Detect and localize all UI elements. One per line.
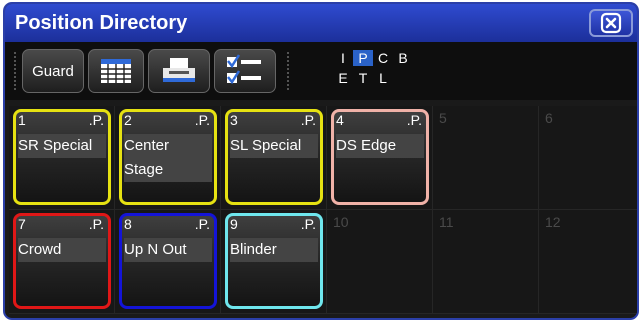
filter-letter-e[interactable]: E <box>333 70 353 86</box>
position-tile[interactable]: 7 .P. Crowd <box>13 213 111 309</box>
position-number: 7 <box>18 216 26 232</box>
grid-view-icon <box>101 59 131 83</box>
position-name: Crowd <box>18 238 106 262</box>
position-tile[interactable]: 1 .P. SR Special <box>13 109 111 205</box>
position-cell-1[interactable]: 1 .P. SR Special <box>9 106 115 210</box>
filter-letter-t[interactable]: T <box>353 70 373 86</box>
grid-view-button[interactable] <box>88 49 144 93</box>
position-number: 6 <box>545 110 553 126</box>
guard-button[interactable]: Guard <box>22 49 84 93</box>
position-directory-window: Position Directory Guard I P C B E T L 1… <box>3 2 639 320</box>
close-button[interactable] <box>589 9 633 37</box>
filter-letter-p[interactable]: P <box>353 50 373 66</box>
position-cell-4[interactable]: 4 .P. DS Edge <box>327 106 433 210</box>
title-bar: Position Directory <box>5 4 637 42</box>
position-cell-6[interactable]: 6 <box>539 106 637 210</box>
toolbar-grip-right[interactable] <box>286 51 291 91</box>
position-cell-5[interactable]: 5 <box>433 106 539 210</box>
position-name: Blinder <box>230 238 318 262</box>
position-number: 3 <box>230 112 238 128</box>
position-number: 5 <box>439 110 447 126</box>
filter-letter-i[interactable]: I <box>333 50 353 66</box>
close-icon <box>600 12 622 34</box>
position-cell-10[interactable]: 10 <box>327 210 433 314</box>
filter-letter-c[interactable]: C <box>373 50 393 66</box>
position-flag: .P. <box>406 112 422 128</box>
guard-label: Guard <box>32 62 74 80</box>
position-cell-8[interactable]: 8 .P. Up N Out <box>115 210 221 314</box>
toolbar: Guard I P C B E T L <box>5 42 637 100</box>
position-number: 10 <box>333 214 349 230</box>
position-number: 2 <box>124 112 132 128</box>
position-name: Center Stage <box>124 134 212 182</box>
settings-list-button[interactable] <box>214 49 276 93</box>
print-button[interactable] <box>148 49 210 93</box>
position-number: 11 <box>439 214 454 230</box>
position-cell-11[interactable]: 11 <box>433 210 539 314</box>
position-cell-9[interactable]: 9 .P. Blinder <box>221 210 327 314</box>
position-cell-12[interactable]: 12 <box>539 210 637 314</box>
position-tile[interactable]: 4 .P. DS Edge <box>331 109 429 205</box>
position-cell-2[interactable]: 2 .P. Center Stage <box>115 106 221 210</box>
position-name: SL Special <box>230 134 318 158</box>
position-number: 1 <box>18 112 26 128</box>
position-flag: .P. <box>194 112 210 128</box>
position-cell-3[interactable]: 3 .P. SL Special <box>221 106 327 210</box>
position-name: DS Edge <box>336 134 424 158</box>
filter-letter-l[interactable]: L <box>373 70 393 86</box>
position-grid: 1 .P. SR Special 2 .P. Center Stage 3 .P… <box>9 106 637 314</box>
position-flag: .P. <box>88 112 104 128</box>
checklist-icon <box>227 54 261 85</box>
position-number: 12 <box>545 214 561 230</box>
position-cell-7[interactable]: 7 .P. Crowd <box>9 210 115 314</box>
position-flag: .P. <box>194 216 210 232</box>
position-name: SR Special <box>18 134 106 158</box>
position-tile[interactable]: 8 .P. Up N Out <box>119 213 217 309</box>
position-name-line1: Center <box>124 137 170 154</box>
position-flag: .P. <box>300 216 316 232</box>
position-tile[interactable]: 9 .P. Blinder <box>225 213 323 309</box>
filter-letters-row2: E T L <box>333 68 413 88</box>
printer-icon <box>163 58 195 82</box>
position-number: 8 <box>124 216 132 232</box>
filter-letters: I P C B E T L <box>333 48 413 88</box>
filter-letters-row1: I P C B <box>333 48 413 68</box>
position-tile[interactable]: 2 .P. Center Stage <box>119 109 217 205</box>
window-title: Position Directory <box>15 11 188 34</box>
position-number: 4 <box>336 112 344 128</box>
position-number: 9 <box>230 216 238 232</box>
position-name: Up N Out <box>124 238 212 262</box>
position-flag: .P. <box>300 112 316 128</box>
position-tile[interactable]: 3 .P. SL Special <box>225 109 323 205</box>
toolbar-grip[interactable] <box>13 51 18 91</box>
position-flag: .P. <box>88 216 104 232</box>
position-name-line2: Stage <box>124 161 164 178</box>
filter-letter-b[interactable]: B <box>393 50 413 66</box>
